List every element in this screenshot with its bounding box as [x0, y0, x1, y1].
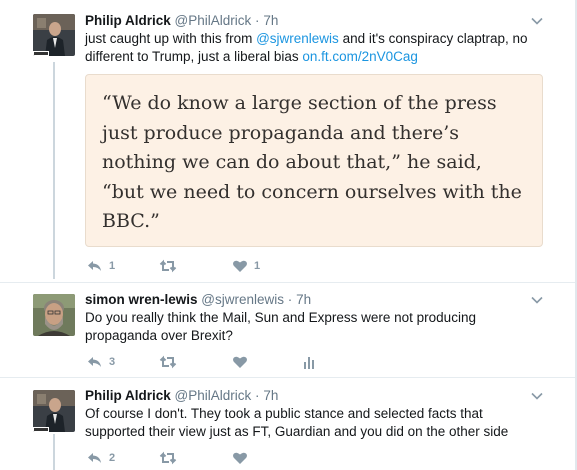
quote-line: “We do know a large section of the press — [102, 92, 497, 114]
tweet-text-line: Do you really think the Mail, Sun and Ex… — [85, 310, 476, 325]
tweet-text: Of course I don't. They took a public st… — [85, 405, 545, 441]
text-segment: different to Trump, just a liberal bias — [85, 49, 303, 64]
quote-line: “but we need to concern ourselves with t… — [102, 180, 522, 203]
like-button[interactable] — [232, 449, 254, 467]
quote-line: nothing we can do about that,” he said, — [102, 151, 482, 173]
reply-count: 1 — [109, 260, 116, 272]
tweet-text: just caught up with this from @sjwrenlew… — [85, 30, 545, 66]
tweet[interactable]: Philip Aldrick @PhilAldrick · 7h Of cour… — [0, 378, 575, 470]
separator-dot: · — [287, 292, 293, 307]
tweet-text-line: propaganda over Brexit? — [85, 328, 233, 343]
tweet-text-line: Of course I don't. They took a public st… — [85, 406, 483, 421]
analytics-button[interactable] — [302, 353, 316, 371]
like-count: 1 — [254, 260, 261, 272]
retweet-icon — [159, 451, 177, 465]
tweet-actions: 1 1 — [85, 257, 385, 275]
reply-count: 3 — [109, 356, 116, 368]
avatar[interactable] — [33, 14, 75, 56]
reply-button[interactable]: 3 — [87, 353, 115, 371]
timestamp[interactable]: 7h — [296, 292, 311, 307]
tweet[interactable]: Philip Aldrick @PhilAldrick · 7h just ca… — [0, 0, 575, 280]
timestamp[interactable]: 7h — [263, 13, 278, 28]
reply-count: 2 — [109, 452, 116, 464]
author-name[interactable]: Philip Aldrick — [85, 13, 171, 28]
mention-link[interactable]: @sjwrenlewis — [256, 31, 339, 46]
tweet-header: Philip Aldrick @PhilAldrick · 7h — [85, 12, 545, 30]
retweet-button[interactable] — [159, 353, 183, 371]
tweet[interactable]: simon wren-lewis @sjwrenlewis · 7h Do yo… — [0, 283, 575, 376]
timestamp[interactable]: 7h — [263, 388, 278, 403]
reply-button[interactable]: 2 — [87, 449, 115, 467]
retweet-button[interactable] — [159, 449, 183, 467]
retweet-button[interactable] — [159, 257, 183, 275]
avatar[interactable] — [33, 294, 75, 336]
analytics-icon — [304, 357, 314, 369]
retweet-icon — [159, 355, 177, 369]
quote-line: BBC.” — [102, 210, 160, 232]
separator-dot: · — [255, 13, 260, 28]
reply-icon — [88, 357, 101, 367]
url-link[interactable]: on.ft.com/2nV0Cag — [302, 49, 418, 64]
like-icon — [233, 260, 247, 272]
author-name[interactable]: simon wren-lewis — [85, 292, 198, 307]
reply-button[interactable]: 1 — [87, 257, 115, 275]
author-handle[interactable]: @PhilAldrick — [175, 13, 252, 28]
text-segment: and it's conspiracy claptrap, no — [338, 31, 528, 46]
reply-icon — [88, 453, 101, 463]
tweet-text-line: supported their view just as FT, Guardia… — [85, 424, 509, 439]
chevron-down-icon[interactable] — [530, 14, 544, 28]
separator-dot: · — [255, 388, 260, 403]
tweet-actions: 2 — [85, 449, 385, 467]
author-handle[interactable]: @PhilAldrick — [175, 388, 252, 403]
reply-icon — [88, 261, 101, 271]
quote-line: just produce propaganda and there’s — [102, 121, 459, 144]
tweet-header: Philip Aldrick @PhilAldrick · 7h — [85, 387, 545, 405]
retweet-icon — [159, 259, 177, 273]
like-button[interactable]: 1 — [232, 257, 260, 275]
quote-card[interactable]: “We do know a large section of the press… — [85, 74, 543, 247]
quote-text: “We do know a large section of the press… — [102, 89, 522, 237]
chevron-down-icon[interactable] — [530, 293, 544, 307]
author-handle[interactable]: @sjwrenlewis — [201, 292, 284, 307]
avatar[interactable] — [33, 390, 75, 432]
author-name[interactable]: Philip Aldrick — [85, 388, 171, 403]
tweet-actions: 3 — [85, 353, 385, 371]
like-button[interactable] — [232, 353, 254, 371]
tweet-text: Do you really think the Mail, Sun and Ex… — [85, 309, 545, 345]
like-icon — [233, 452, 247, 464]
tweet-text-line: just caught up with this from @sjwrenlew… — [85, 30, 545, 48]
tweet-text-line: different to Trump, just a liberal bias … — [85, 48, 545, 66]
text-segment: just caught up with this from — [85, 31, 257, 46]
like-icon — [233, 356, 247, 368]
tweet-header: simon wren-lewis @sjwrenlewis · 7h — [85, 291, 545, 309]
chevron-down-icon[interactable] — [530, 389, 544, 403]
